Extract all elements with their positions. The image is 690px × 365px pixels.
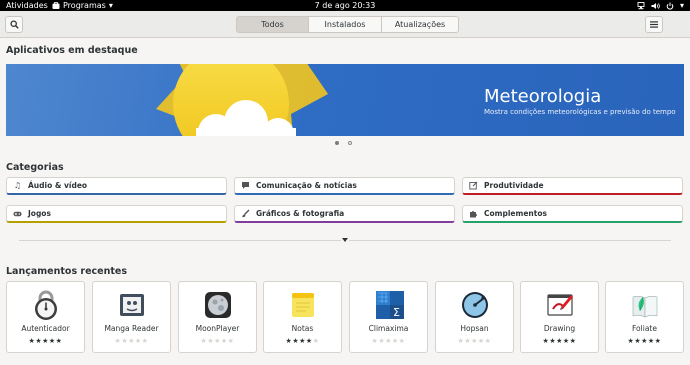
app-tile[interactable]: MoonPlayer ★★★★★ <box>178 281 257 353</box>
app-tile[interactable]: Autenticador ★★★★★ <box>6 281 85 353</box>
category-addons[interactable]: Complementos <box>462 205 683 223</box>
carousel-dot[interactable] <box>348 141 352 145</box>
search-button[interactable] <box>5 16 23 33</box>
climaxima-sigma-icon: Σ <box>350 289 427 321</box>
category-graphics-photo[interactable]: Gráficos & fotografia <box>234 205 455 223</box>
categories-heading: Categorias <box>6 162 64 173</box>
featured-subtitle: Mostra condições meteorológicas e previs… <box>484 108 676 116</box>
chevron-down-icon <box>342 238 348 242</box>
chat-icon <box>241 181 250 190</box>
carousel-dots <box>335 141 352 145</box>
clock[interactable]: 7 de ago 20:33 <box>0 0 690 11</box>
header-bar: Todos Instalados Atualizações <box>0 11 690 38</box>
system-menu-arrow-icon: ▾ <box>679 1 684 10</box>
app-tile[interactable]: Manga Reader ★★★★★ <box>92 281 171 353</box>
featured-title[interactable]: Meteorologia <box>484 86 601 107</box>
rating-stars: ★★★★★ <box>371 337 406 345</box>
app-tile[interactable]: Drawing ★★★★★ <box>520 281 599 353</box>
category-label: Jogos <box>28 209 51 218</box>
rating-stars: ★★★★★ <box>457 337 492 345</box>
app-name: Manga Reader <box>104 324 159 333</box>
category-label: Comunicação & notícias <box>256 181 357 190</box>
sticky-note-icon <box>264 289 341 321</box>
category-audio-video[interactable]: ♫ Áudio & vídeo <box>6 177 227 195</box>
gamepad-icon <box>13 209 22 218</box>
recent-heading: Lançamentos recentes <box>6 266 128 277</box>
edit-icon <box>469 181 478 190</box>
moon-player-icon <box>179 289 256 321</box>
carousel-dot[interactable] <box>335 141 339 145</box>
app-name: Climaxima <box>368 324 409 333</box>
app-tile[interactable]: Foliate ★★★★★ <box>605 281 684 353</box>
category-productivity[interactable]: Produtividade <box>462 177 683 195</box>
menu-button[interactable] <box>645 16 663 33</box>
power-icon <box>666 2 674 10</box>
music-note-icon: ♫ <box>13 181 22 190</box>
tab-updates[interactable]: Atualizações <box>382 16 459 33</box>
app-tile[interactable]: Hopsan ★★★★★ <box>435 281 514 353</box>
network-icon <box>637 1 645 9</box>
hopsan-gauge-icon <box>436 289 513 321</box>
category-label: Produtividade <box>484 181 544 190</box>
category-label: Gráficos & fotografia <box>256 209 345 218</box>
app-name: Hopsan <box>460 324 489 333</box>
category-label: Áudio & vídeo <box>28 181 88 190</box>
system-tray[interactable]: ▾ <box>637 0 684 11</box>
rating-stars: ★★★★★ <box>627 337 662 345</box>
manga-book-icon <box>93 289 170 321</box>
search-icon <box>9 20 19 29</box>
featured-heading: Aplicativos em destaque <box>6 45 138 56</box>
app-tile[interactable]: Σ Climaxima ★★★★★ <box>349 281 428 353</box>
brush-icon <box>241 209 250 218</box>
rating-stars: ★★★★★ <box>28 337 63 345</box>
foliate-book-icon <box>606 289 683 321</box>
drawing-canvas-icon <box>521 289 598 321</box>
rating-stars: ★★★★★ <box>285 337 320 345</box>
puzzle-icon <box>469 209 478 218</box>
volume-icon <box>651 2 660 9</box>
svg-text:Σ: Σ <box>393 306 400 319</box>
app-name: Drawing <box>543 324 576 333</box>
app-name: MoonPlayer <box>195 324 240 333</box>
category-communication-news[interactable]: Comunicação & notícias <box>234 177 455 195</box>
app-name: Notas <box>291 324 314 333</box>
tab-installed[interactable]: Instalados <box>309 16 382 33</box>
top-panel: Atividades Programas ▾ 7 de ago 20:33 ▾ <box>0 0 690 11</box>
hamburger-menu-icon <box>650 21 658 28</box>
view-switcher: Todos Instalados Atualizações <box>236 16 459 33</box>
app-tile[interactable]: Notas ★★★★★ <box>263 281 342 353</box>
rating-stars: ★★★★★ <box>200 337 235 345</box>
tab-all[interactable]: Todos <box>236 16 309 33</box>
rating-stars: ★★★★★ <box>114 337 149 345</box>
expand-categories-button[interactable] <box>341 237 349 243</box>
padlock-icon <box>7 289 84 321</box>
category-label: Complementos <box>484 209 547 218</box>
app-name: Autenticador <box>21 324 70 333</box>
category-games[interactable]: Jogos <box>6 205 227 223</box>
rating-stars: ★★★★★ <box>542 337 577 345</box>
app-name: Foliate <box>632 324 657 333</box>
